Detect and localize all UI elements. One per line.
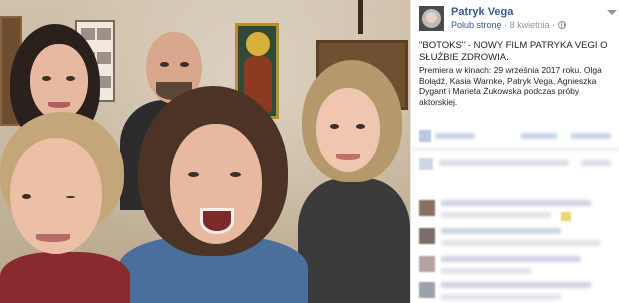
blurred-avatar	[419, 158, 433, 170]
blurred-avatar	[419, 228, 435, 244]
blurred-line	[441, 294, 561, 300]
blurred-avatar	[419, 200, 435, 216]
blurred-line	[441, 268, 531, 274]
person-woman-center	[118, 86, 308, 303]
person-face	[30, 44, 88, 120]
post-sidebar: Patryk Vega Polub stronę · 8 kwietnia · …	[410, 0, 619, 303]
person-eye	[330, 124, 339, 129]
post-body: Premiera w kinach: 29 września 2017 roku…	[419, 65, 602, 107]
blurred-line	[441, 240, 601, 246]
blurred-line	[441, 256, 581, 262]
author-avatar[interactable]	[419, 6, 444, 31]
blurred-line	[441, 200, 591, 206]
person-eye	[66, 196, 75, 198]
post-meta: Polub stronę · 8 kwietnia ·	[451, 20, 566, 30]
person-eye	[188, 172, 199, 177]
blurred-avatar	[419, 282, 435, 298]
post-text: "BOTOKS" - NOWY FILM PATRYKA VEGI O SŁUŻ…	[419, 40, 615, 107]
person-eye	[180, 62, 189, 67]
person-mouth	[36, 234, 70, 242]
blurred-emoji	[561, 212, 571, 221]
person-mouth	[336, 154, 360, 160]
person-eye	[22, 194, 31, 199]
blurred-divider	[411, 148, 619, 151]
person-eye	[42, 76, 51, 81]
caret-down-icon[interactable]	[607, 10, 617, 15]
blurred-line	[435, 133, 475, 139]
avatar-face	[426, 12, 437, 23]
person-eye	[66, 76, 75, 81]
meta-separator: ·	[552, 20, 556, 30]
post-header: Patryk Vega Polub stronę · 8 kwietnia ·	[419, 6, 619, 32]
person-woman-blonde-left	[0, 112, 130, 303]
person-mouth	[48, 102, 70, 108]
globe-icon	[557, 21, 566, 29]
person-open-mouth	[200, 208, 234, 234]
blurred-line	[521, 133, 557, 139]
author-name-link[interactable]: Patryk Vega	[451, 6, 513, 18]
person-woman-blonde-right	[290, 58, 410, 303]
blurred-line	[441, 228, 561, 234]
painting-halo	[246, 32, 270, 56]
blurred-avatar	[419, 256, 435, 272]
person-body	[0, 252, 130, 303]
post-title: "BOTOKS" - NOWY FILM PATRYKA VEGI O SŁUŻ…	[419, 40, 608, 63]
blurred-line	[571, 133, 611, 139]
meta-separator: ·	[504, 20, 508, 30]
blurred-avatar	[419, 130, 431, 142]
person-eye	[160, 62, 169, 67]
blurred-line	[439, 160, 569, 166]
blurred-line	[441, 282, 591, 288]
blurred-line	[581, 160, 611, 166]
like-page-link[interactable]: Polub stronę	[451, 20, 502, 30]
person-body	[298, 178, 410, 303]
blurred-line	[441, 212, 551, 218]
person-eye	[356, 124, 365, 129]
post-date-link[interactable]: 8 kwietnia	[510, 20, 550, 30]
wall-cross	[358, 0, 363, 34]
person-eye	[230, 172, 241, 177]
post-photo[interactable]	[0, 0, 410, 303]
blurred-comments	[411, 128, 619, 303]
